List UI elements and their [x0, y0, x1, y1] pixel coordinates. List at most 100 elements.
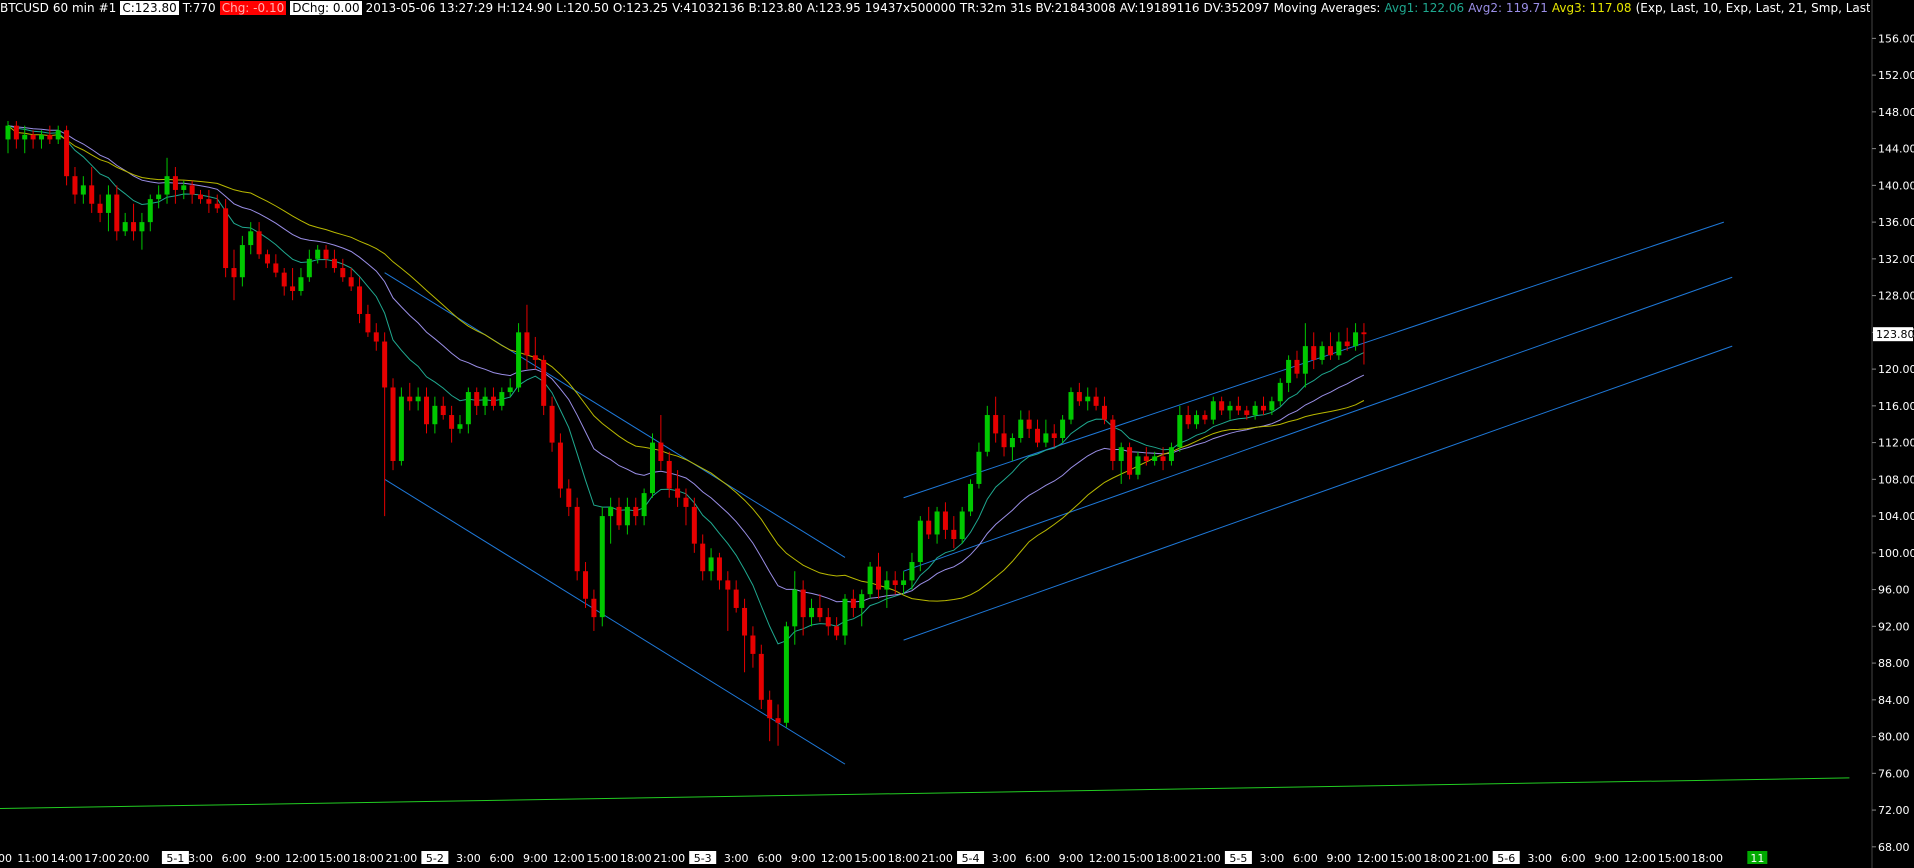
- candle-body: [767, 699, 773, 719]
- y-tick-label: 88.00: [1878, 657, 1910, 670]
- candle-body: [942, 511, 948, 530]
- candle-body: [817, 607, 823, 618]
- candle-body: [750, 635, 756, 654]
- candle-body: [1353, 332, 1359, 347]
- candle-body: [449, 415, 455, 429]
- x-tick-label: 15:00: [854, 852, 886, 865]
- y-tick-label: 84.00: [1878, 694, 1910, 707]
- x-tick-label: 15:00: [1122, 852, 1154, 865]
- candle-body: [315, 249, 321, 259]
- candle-body: [675, 488, 681, 498]
- candle-body: [968, 483, 974, 512]
- candle-body: [1009, 438, 1015, 448]
- x-tick-label: 9:00: [1326, 852, 1351, 865]
- x-tick-label: 9:00: [1059, 852, 1084, 865]
- x-tick-label: 6:00: [222, 852, 247, 865]
- y-tick-label: 112.00: [1878, 437, 1914, 450]
- candle-body: [1185, 415, 1191, 425]
- y-tick-label: 128.00: [1878, 290, 1914, 303]
- candle-body: [1051, 433, 1057, 438]
- candle-body: [775, 718, 781, 723]
- candle-body: [783, 626, 789, 723]
- y-tick-label: 136.00: [1878, 216, 1914, 229]
- candle-body: [139, 222, 145, 232]
- y-tick-label: 132.00: [1878, 253, 1914, 266]
- candle-body: [984, 415, 990, 452]
- x-tick-label: 15:00: [586, 852, 618, 865]
- candle-body: [1026, 419, 1032, 429]
- candle-body: [432, 405, 438, 425]
- price-chart[interactable]: 68.00 72.00 76.00 80.00 84.00 88.00 92.00 96.00…: [0, 0, 1914, 868]
- candle-body: [30, 134, 36, 140]
- candle-body: [792, 589, 798, 627]
- candle-body: [231, 268, 237, 278]
- x-tick-label: 8:00: [0, 852, 12, 865]
- candle-body: [624, 506, 630, 526]
- candle-body: [256, 231, 262, 255]
- candle-body: [189, 185, 195, 195]
- x-date-label: 5-3: [694, 852, 712, 865]
- candle-body: [457, 424, 463, 429]
- candle-body: [700, 543, 706, 572]
- y-tick-label: 140.00: [1878, 179, 1914, 192]
- candle-body: [926, 520, 932, 535]
- y-tick-label: 76.00: [1878, 767, 1910, 780]
- candle-body: [541, 359, 547, 406]
- candle-body: [298, 277, 304, 292]
- x-tick-label: 18:00: [1423, 852, 1455, 865]
- candle-body: [1168, 447, 1174, 461]
- candle-body: [809, 607, 815, 618]
- y-tick-label: 148.00: [1878, 106, 1914, 119]
- candle-body: [306, 258, 312, 278]
- x-tick-label: 12:00: [553, 852, 585, 865]
- candle-body: [38, 134, 44, 140]
- x-tick-label: 3:00: [724, 852, 749, 865]
- y-tick-label: 96.00: [1878, 584, 1910, 597]
- candle-body: [1294, 359, 1300, 374]
- candle-body: [825, 617, 831, 627]
- candle-body: [239, 245, 245, 278]
- candle-body: [1327, 346, 1333, 356]
- candle-body: [1194, 415, 1200, 425]
- candle-body: [214, 203, 220, 209]
- x-tick-label: 6:00: [1293, 852, 1318, 865]
- candle-body: [1152, 456, 1158, 461]
- candle-body: [691, 506, 697, 544]
- candle-body: [181, 185, 187, 190]
- candle-body: [424, 396, 429, 425]
- candle-body: [1277, 382, 1283, 402]
- x-tick-label: 6:00: [1025, 852, 1050, 865]
- candle-body: [1076, 392, 1082, 402]
- candle-body: [1202, 415, 1208, 420]
- candle-body: [490, 396, 496, 406]
- candle-body: [474, 392, 480, 406]
- x-tick-label: 6:00: [1561, 852, 1586, 865]
- candle-body: [206, 199, 212, 204]
- candle-body: [574, 506, 580, 572]
- candle-body: [1135, 456, 1141, 475]
- candle-body: [1361, 332, 1367, 335]
- candle-body: [131, 222, 137, 232]
- y-tick-label: 100.00: [1878, 547, 1914, 560]
- candle-body: [917, 520, 923, 563]
- candle-body: [758, 653, 764, 700]
- candle-body: [1219, 401, 1225, 411]
- candle-body: [114, 194, 120, 232]
- candle-body: [281, 272, 287, 287]
- candle-body: [365, 313, 371, 333]
- candle-body: [951, 529, 957, 540]
- candle-body: [172, 176, 178, 190]
- x-tick-label: 11:00: [17, 852, 49, 865]
- x-tick-label: 18:00: [1691, 852, 1723, 865]
- candle-body: [566, 488, 572, 507]
- x-date-label: 5-2: [426, 852, 444, 865]
- candle-body: [5, 125, 11, 140]
- candle-body: [716, 557, 722, 581]
- candle-body: [557, 442, 563, 489]
- candle-body: [524, 332, 530, 356]
- candle-body: [549, 405, 555, 443]
- candle-body: [1085, 396, 1091, 402]
- x-tick-label: 21:00: [1457, 852, 1489, 865]
- x-tick-label: 3:00: [992, 852, 1017, 865]
- x-tick-label: 12:00: [821, 852, 853, 865]
